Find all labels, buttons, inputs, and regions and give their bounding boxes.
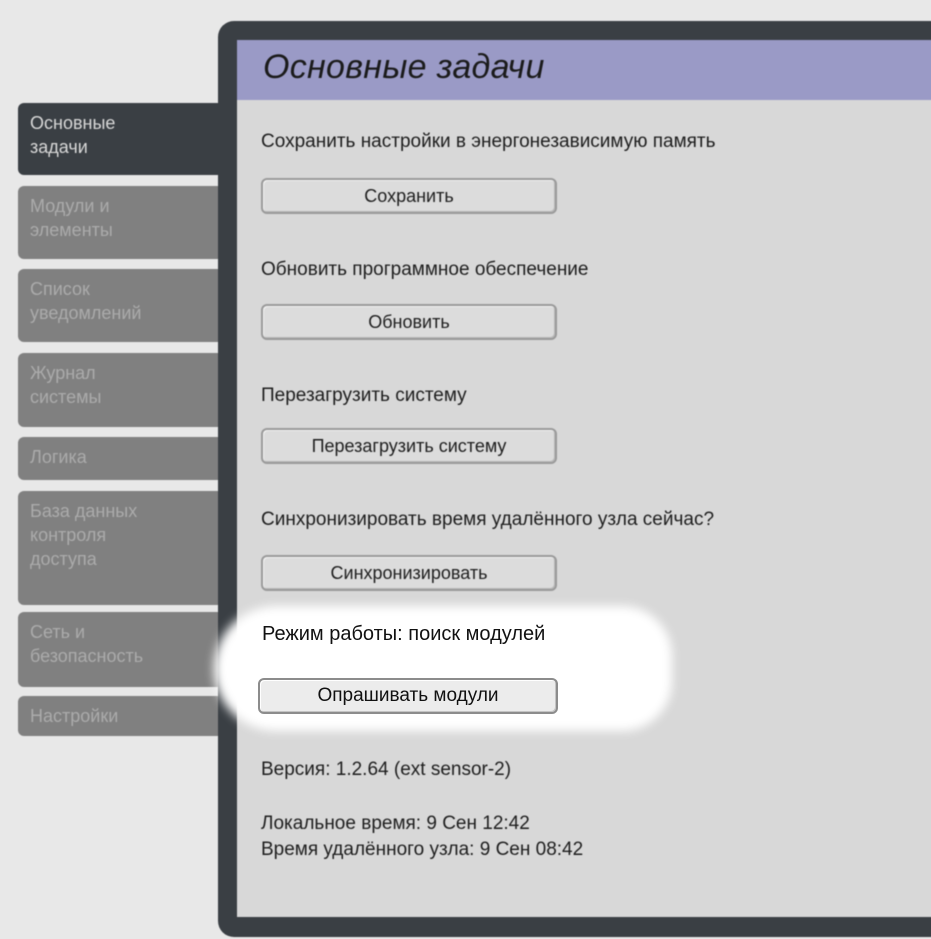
panel-header: Основные задачи	[237, 40, 931, 100]
sidebar-item-settings[interactable]: Настройки	[18, 696, 222, 736]
sidebar-item-main-tasks[interactable]: Основные задачи	[18, 103, 230, 175]
save-settings-label: Сохранить настройки в энергонезависимую …	[261, 131, 716, 152]
remote-time-label: Время удалённого узла: 9 Сен 08:42	[261, 839, 584, 860]
panel-content: Основные задачи Сохранить настройки в эн…	[237, 40, 931, 917]
sidebar-item-network-security[interactable]: Сеть и безопасность	[18, 612, 222, 687]
reboot-label: Перезагрузить систему	[261, 385, 467, 406]
sidebar-item-system-log[interactable]: Журнал системы	[18, 353, 222, 427]
poll-modules-button[interactable]: Опрашивать модули	[258, 678, 558, 714]
save-button[interactable]: Сохранить	[261, 178, 557, 214]
version-label: Версия: 1.2.64 (ext sensor-2)	[261, 759, 512, 780]
sidebar-item-access-db[interactable]: База данных контроля доступа	[18, 491, 222, 605]
page-title: Основные задачи	[263, 48, 545, 86]
update-firmware-label: Обновить программное обеспечение	[261, 259, 589, 280]
sidebar-item-notifications[interactable]: Список уведомлений	[18, 269, 222, 342]
sidebar-nav: Основные задачи Модули и элементы Список…	[18, 0, 238, 939]
sync-button[interactable]: Синхронизировать	[261, 555, 557, 591]
operation-mode-label: Режим работы: поиск модулей	[262, 623, 546, 645]
sidebar-item-modules[interactable]: Модули и элементы	[18, 186, 222, 259]
sync-time-label: Синхронизировать время удалённого узла с…	[261, 509, 715, 530]
update-button[interactable]: Обновить	[261, 304, 557, 340]
sidebar-item-logic[interactable]: Логика	[18, 437, 222, 480]
main-panel: Основные задачи Сохранить настройки в эн…	[218, 21, 931, 937]
local-time-label: Локальное время: 9 Сен 12:42	[261, 813, 530, 834]
reboot-button[interactable]: Перезагрузить систему	[261, 428, 557, 464]
